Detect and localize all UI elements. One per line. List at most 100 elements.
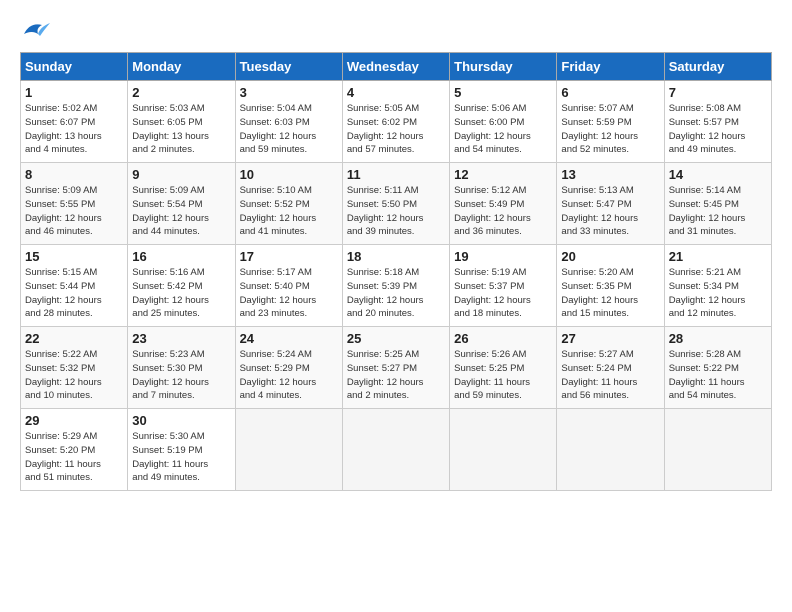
day-number: 26	[454, 331, 552, 346]
day-info: Sunrise: 5:27 AM Sunset: 5:24 PM Dayligh…	[561, 348, 659, 403]
day-number: 14	[669, 167, 767, 182]
weekday-header-row: SundayMondayTuesdayWednesdayThursdayFrid…	[21, 53, 772, 81]
day-info: Sunrise: 5:10 AM Sunset: 5:52 PM Dayligh…	[240, 184, 338, 239]
day-info: Sunrise: 5:05 AM Sunset: 6:02 PM Dayligh…	[347, 102, 445, 157]
day-info: Sunrise: 5:06 AM Sunset: 6:00 PM Dayligh…	[454, 102, 552, 157]
day-number: 13	[561, 167, 659, 182]
day-number: 4	[347, 85, 445, 100]
calendar-cell-w4d3: 24 Sunrise: 5:24 AM Sunset: 5:29 PM Dayli…	[235, 327, 342, 409]
weekday-header-sunday: Sunday	[21, 53, 128, 81]
day-number: 17	[240, 249, 338, 264]
calendar-cell-w2d6: 13 Sunrise: 5:13 AM Sunset: 5:47 PM Dayli…	[557, 163, 664, 245]
calendar-cell-w5d2: 30 Sunrise: 5:30 AM Sunset: 5:19 PM Dayli…	[128, 409, 235, 491]
day-info: Sunrise: 5:07 AM Sunset: 5:59 PM Dayligh…	[561, 102, 659, 157]
day-number: 7	[669, 85, 767, 100]
calendar-cell-w2d7: 14 Sunrise: 5:14 AM Sunset: 5:45 PM Dayli…	[664, 163, 771, 245]
day-number: 16	[132, 249, 230, 264]
calendar-cell-w5d1: 29Sunrise: 5:29 AM Sunset: 5:20 PM Dayli…	[21, 409, 128, 491]
calendar-cell-w4d2: 23Sunrise: 5:23 AM Sunset: 5:30 PM Dayli…	[128, 327, 235, 409]
weekday-header-thursday: Thursday	[450, 53, 557, 81]
day-info: Sunrise: 5:02 AM Sunset: 6:07 PM Dayligh…	[25, 102, 123, 157]
day-info: Sunrise: 5:11 AM Sunset: 5:50 PM Dayligh…	[347, 184, 445, 239]
calendar-cell-w3d4: 18Sunrise: 5:18 AM Sunset: 5:39 PM Dayli…	[342, 245, 449, 327]
calendar-cell-w4d7: 28 Sunrise: 5:28 AM Sunset: 5:22 PM Dayli…	[664, 327, 771, 409]
calendar-cell-w5d4	[342, 409, 449, 491]
day-number: 20	[561, 249, 659, 264]
calendar-cell-w5d3	[235, 409, 342, 491]
calendar-cell-w4d6: 27 Sunrise: 5:27 AM Sunset: 5:24 PM Dayli…	[557, 327, 664, 409]
day-number: 30	[132, 413, 230, 428]
week-row-3: 15 Sunrise: 5:15 AM Sunset: 5:44 PM Dayli…	[21, 245, 772, 327]
day-info: Sunrise: 5:18 AM Sunset: 5:39 PM Dayligh…	[347, 266, 445, 321]
day-info: Sunrise: 5:24 AM Sunset: 5:29 PM Dayligh…	[240, 348, 338, 403]
calendar-cell-w3d7: 21Sunrise: 5:21 AM Sunset: 5:34 PM Dayli…	[664, 245, 771, 327]
week-row-4: 22 Sunrise: 5:22 AM Sunset: 5:32 PM Dayli…	[21, 327, 772, 409]
day-info: Sunrise: 5:19 AM Sunset: 5:37 PM Dayligh…	[454, 266, 552, 321]
day-number: 22	[25, 331, 123, 346]
calendar-cell-w4d1: 22 Sunrise: 5:22 AM Sunset: 5:32 PM Dayli…	[21, 327, 128, 409]
day-number: 3	[240, 85, 338, 100]
calendar-cell-w2d4: 11 Sunrise: 5:11 AM Sunset: 5:50 PM Dayli…	[342, 163, 449, 245]
day-info: Sunrise: 5:03 AM Sunset: 6:05 PM Dayligh…	[132, 102, 230, 157]
calendar-cell-w3d6: 20Sunrise: 5:20 AM Sunset: 5:35 PM Dayli…	[557, 245, 664, 327]
logo-bird-icon	[22, 20, 50, 40]
day-info: Sunrise: 5:28 AM Sunset: 5:22 PM Dayligh…	[669, 348, 767, 403]
calendar-cell-w1d1: 1 Sunrise: 5:02 AM Sunset: 6:07 PM Daylig…	[21, 81, 128, 163]
calendar-cell-w2d1: 8 Sunrise: 5:09 AM Sunset: 5:55 PM Daylig…	[21, 163, 128, 245]
calendar-cell-w1d7: 7 Sunrise: 5:08 AM Sunset: 5:57 PM Daylig…	[664, 81, 771, 163]
logo-text	[20, 20, 50, 40]
calendar-table: SundayMondayTuesdayWednesdayThursdayFrid…	[20, 52, 772, 491]
day-number: 2	[132, 85, 230, 100]
calendar-cell-w4d4: 25 Sunrise: 5:25 AM Sunset: 5:27 PM Dayli…	[342, 327, 449, 409]
header	[20, 20, 772, 40]
calendar-cell-w3d3: 17Sunrise: 5:17 AM Sunset: 5:40 PM Dayli…	[235, 245, 342, 327]
weekday-header-tuesday: Tuesday	[235, 53, 342, 81]
day-info: Sunrise: 5:13 AM Sunset: 5:47 PM Dayligh…	[561, 184, 659, 239]
calendar-cell-w1d3: 3Sunrise: 5:04 AM Sunset: 6:03 PM Daylig…	[235, 81, 342, 163]
day-number: 23	[132, 331, 230, 346]
day-info: Sunrise: 5:14 AM Sunset: 5:45 PM Dayligh…	[669, 184, 767, 239]
week-row-5: 29Sunrise: 5:29 AM Sunset: 5:20 PM Dayli…	[21, 409, 772, 491]
day-info: Sunrise: 5:30 AM Sunset: 5:19 PM Dayligh…	[132, 430, 230, 485]
day-number: 19	[454, 249, 552, 264]
day-number: 25	[347, 331, 445, 346]
day-number: 11	[347, 167, 445, 182]
day-number: 5	[454, 85, 552, 100]
calendar-cell-w3d2: 16 Sunrise: 5:16 AM Sunset: 5:42 PM Dayli…	[128, 245, 235, 327]
weekday-header-wednesday: Wednesday	[342, 53, 449, 81]
day-number: 29	[25, 413, 123, 428]
day-number: 24	[240, 331, 338, 346]
day-info: Sunrise: 5:08 AM Sunset: 5:57 PM Dayligh…	[669, 102, 767, 157]
day-info: Sunrise: 5:22 AM Sunset: 5:32 PM Dayligh…	[25, 348, 123, 403]
calendar-cell-w1d6: 6Sunrise: 5:07 AM Sunset: 5:59 PM Daylig…	[557, 81, 664, 163]
day-number: 27	[561, 331, 659, 346]
calendar-cell-w3d5: 19 Sunrise: 5:19 AM Sunset: 5:37 PM Dayli…	[450, 245, 557, 327]
calendar-cell-w5d7	[664, 409, 771, 491]
calendar-cell-w2d3: 10Sunrise: 5:10 AM Sunset: 5:52 PM Dayli…	[235, 163, 342, 245]
day-info: Sunrise: 5:21 AM Sunset: 5:34 PM Dayligh…	[669, 266, 767, 321]
day-info: Sunrise: 5:26 AM Sunset: 5:25 PM Dayligh…	[454, 348, 552, 403]
calendar-cell-w4d5: 26 Sunrise: 5:26 AM Sunset: 5:25 PM Dayli…	[450, 327, 557, 409]
calendar-cell-w1d4: 4 Sunrise: 5:05 AM Sunset: 6:02 PM Daylig…	[342, 81, 449, 163]
weekday-header-monday: Monday	[128, 53, 235, 81]
calendar-cell-w2d5: 12Sunrise: 5:12 AM Sunset: 5:49 PM Dayli…	[450, 163, 557, 245]
calendar-cell-w2d2: 9 Sunrise: 5:09 AM Sunset: 5:54 PM Daylig…	[128, 163, 235, 245]
day-info: Sunrise: 5:16 AM Sunset: 5:42 PM Dayligh…	[132, 266, 230, 321]
day-number: 9	[132, 167, 230, 182]
day-number: 8	[25, 167, 123, 182]
day-info: Sunrise: 5:25 AM Sunset: 5:27 PM Dayligh…	[347, 348, 445, 403]
page: SundayMondayTuesdayWednesdayThursdayFrid…	[0, 0, 792, 501]
day-info: Sunrise: 5:12 AM Sunset: 5:49 PM Dayligh…	[454, 184, 552, 239]
day-info: Sunrise: 5:15 AM Sunset: 5:44 PM Dayligh…	[25, 266, 123, 321]
day-info: Sunrise: 5:09 AM Sunset: 5:54 PM Dayligh…	[132, 184, 230, 239]
logo	[20, 20, 50, 40]
day-number: 28	[669, 331, 767, 346]
week-row-1: 1 Sunrise: 5:02 AM Sunset: 6:07 PM Daylig…	[21, 81, 772, 163]
weekday-header-saturday: Saturday	[664, 53, 771, 81]
day-number: 1	[25, 85, 123, 100]
day-info: Sunrise: 5:09 AM Sunset: 5:55 PM Dayligh…	[25, 184, 123, 239]
day-number: 15	[25, 249, 123, 264]
calendar-cell-w3d1: 15 Sunrise: 5:15 AM Sunset: 5:44 PM Dayli…	[21, 245, 128, 327]
calendar-cell-w1d5: 5 Sunrise: 5:06 AM Sunset: 6:00 PM Daylig…	[450, 81, 557, 163]
calendar-cell-w5d6	[557, 409, 664, 491]
